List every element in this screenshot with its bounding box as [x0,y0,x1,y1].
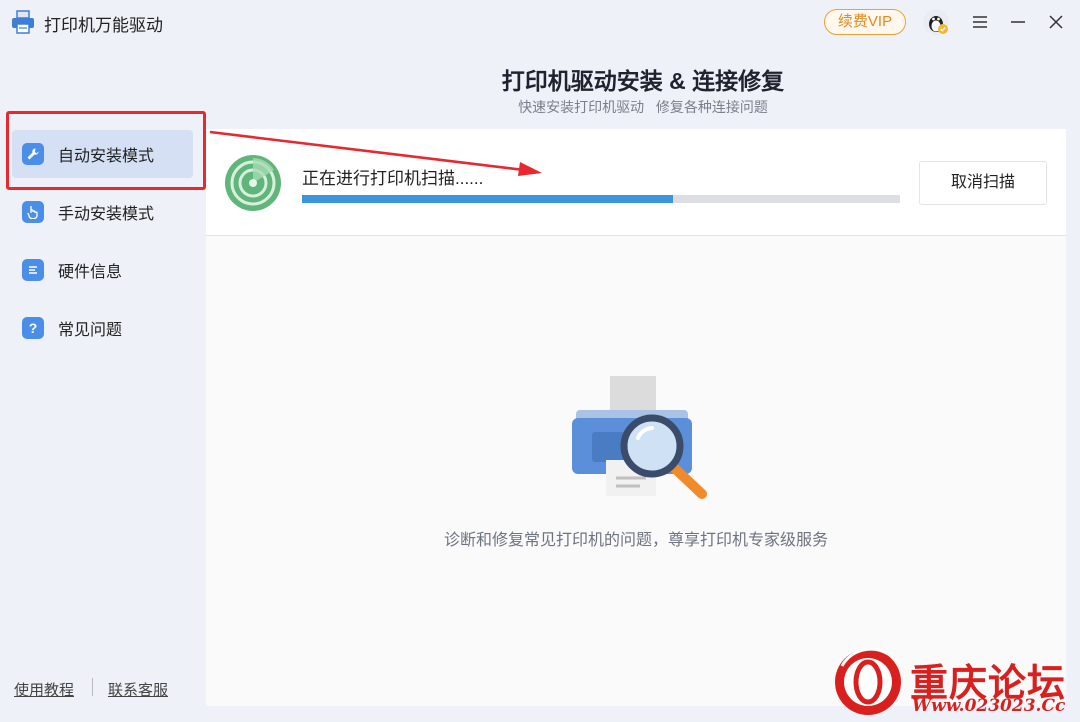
sidebar: 自动安装模式 手动安装模式 硬件信息 ? 常见问题 [0,120,206,680]
sidebar-item-manual-install[interactable]: 手动安装模式 [12,188,193,236]
question-icon: ? [22,317,44,339]
close-icon[interactable] [1044,10,1068,34]
page-title: 打印机驱动安装 & 连接修复 [501,68,785,94]
scan-progress-fill [302,195,673,203]
link-divider [92,678,93,696]
sidebar-item-label: 硬件信息 [58,264,123,281]
printer-search-illustration [572,376,707,499]
tutorial-link[interactable]: 使用教程 [14,679,74,700]
menu-icon[interactable] [968,10,992,34]
watermark-url: Www.023023.Cc [912,696,1066,716]
scan-progress-bar [302,195,900,203]
sidebar-item-label: 常见问题 [58,322,123,339]
empty-state-text: 诊断和修复常见打印机的问题，尊享打印机专家级服务 [443,532,828,549]
annotation-highlight-box [6,111,206,190]
list-icon [22,259,44,281]
page-subtitle: 快速安装打印机驱动 修复各种连接问题 [518,99,768,115]
contact-support-link[interactable]: 联系客服 [108,679,168,700]
sidebar-item-label: 手动安装模式 [58,206,155,223]
printer-logo-icon [12,10,34,34]
sidebar-item-hardware-info[interactable]: 硬件信息 [12,246,193,294]
annotation-arrow [209,130,542,176]
minimize-icon[interactable] [1006,10,1030,34]
hand-pointer-icon [22,201,44,223]
main-panel: 正在进行打印机扫描...... 取消扫描 诊断和修复常见打印机的问题，尊享打印机… [206,129,1066,706]
renew-vip-button[interactable]: 续费VIP [824,9,906,35]
app-title: 打印机万能驱动 [44,16,163,35]
sidebar-item-faq[interactable]: ? 常见问题 [12,304,193,352]
watermark-logo [835,647,901,715]
user-avatar-icon[interactable] [922,8,950,36]
cancel-scan-button[interactable]: 取消扫描 [919,161,1047,205]
title-bar: 打印机万能驱动 续费VIP [0,0,1080,44]
